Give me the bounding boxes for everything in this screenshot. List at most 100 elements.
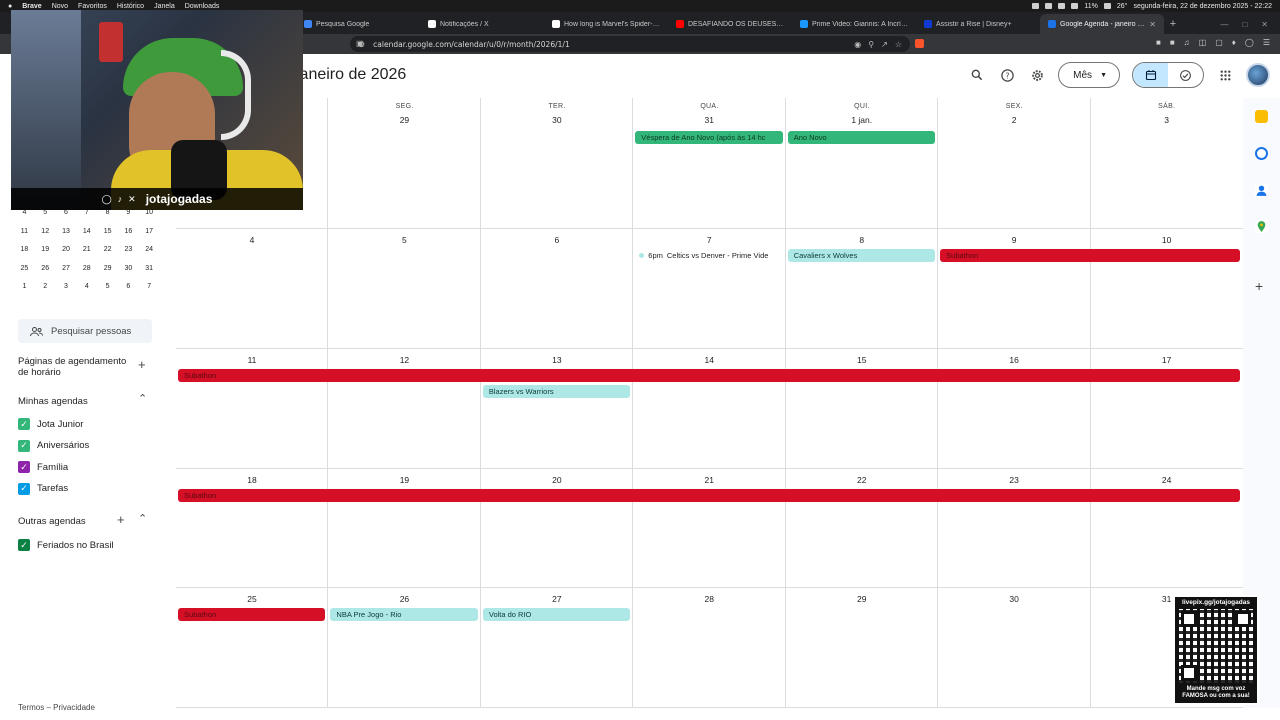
browser-tab[interactable]: Prime Video: Giannis: A Incrível Jorn: [792, 14, 916, 34]
menu-item-favorites[interactable]: Favoritos: [78, 3, 107, 10]
calendar-checkbox[interactable]: ✓: [18, 461, 30, 473]
close-window-icon[interactable]: ✕: [1261, 20, 1268, 29]
calendar-event[interactable]: Cavaliers x Wolves: [787, 249, 936, 262]
day-number[interactable]: 7: [633, 235, 785, 245]
mini-calendar-day[interactable]: 30: [118, 260, 139, 279]
menu-app-name[interactable]: Brave: [22, 3, 41, 10]
mini-calendar-day[interactable]: 25: [14, 260, 35, 279]
day-cell[interactable]: 15: [786, 349, 939, 468]
day-cell[interactable]: 5: [328, 229, 481, 348]
day-cell[interactable]: 13: [481, 349, 634, 468]
day-number[interactable]: 23: [938, 475, 1090, 485]
keep-icon[interactable]: [1255, 110, 1268, 123]
mini-calendar-day[interactable]: 31: [139, 260, 160, 279]
day-number[interactable]: 22: [786, 475, 938, 485]
day-cell[interactable]: 23: [938, 469, 1091, 587]
day-cell[interactable]: 11: [176, 349, 329, 468]
browser-tab[interactable]: DESAFIANDO OS DEUSES! - GOD OF: [668, 14, 792, 34]
calendar-view-icon[interactable]: [1133, 63, 1168, 87]
calendar-list-item[interactable]: ✓ Tarefas: [18, 482, 68, 495]
shield-icon[interactable]: ◯: [1245, 38, 1254, 47]
apple-icon[interactable]: ●: [8, 3, 12, 10]
day-number[interactable]: 25: [176, 594, 328, 604]
add-addon-icon[interactable]: +: [1255, 278, 1263, 294]
day-cell[interactable]: 29: [786, 588, 939, 707]
day-cell[interactable]: 30: [481, 98, 634, 228]
calendar-event[interactable]: Blazers vs Warriors: [482, 385, 631, 398]
day-cell[interactable]: 27: [481, 588, 634, 707]
chevron-up-icon[interactable]: ⌃: [138, 512, 147, 525]
day-cell[interactable]: 21: [633, 469, 786, 587]
mini-calendar-day[interactable]: 3: [56, 278, 77, 297]
day-number[interactable]: 21: [633, 475, 785, 485]
day-cell[interactable]: 19: [328, 469, 481, 587]
new-tab-icon[interactable]: +: [1164, 14, 1182, 34]
booking-pages-title[interactable]: Páginas de agendamento de horário: [18, 356, 136, 378]
extension-icon[interactable]: ■: [1156, 38, 1161, 47]
maximize-icon[interactable]: □: [1242, 20, 1247, 29]
other-calendars-title[interactable]: Outras agendas: [18, 516, 86, 527]
mini-calendar-day[interactable]: 22: [97, 241, 118, 260]
close-tab-icon[interactable]: ✕: [1149, 20, 1156, 29]
battery-icon[interactable]: [1103, 3, 1111, 9]
day-number[interactable]: 2: [938, 115, 1090, 125]
calendar-event[interactable]: 6pm Celtics vs Denver - Prime Vide: [639, 249, 782, 262]
contacts-icon[interactable]: [1255, 184, 1268, 197]
day-cell[interactable]: 24: [1091, 469, 1243, 587]
vpn-icon[interactable]: ♦: [1232, 38, 1236, 47]
search-icon[interactable]: [968, 66, 986, 84]
browser-tab[interactable]: Google Agenda - janeiro de 2026✕: [1040, 14, 1164, 34]
day-number[interactable]: 29: [786, 594, 938, 604]
mini-calendar-day[interactable]: 1: [14, 278, 35, 297]
sidebar-toggle-icon[interactable]: ◫: [1199, 38, 1207, 47]
calendar-list-item[interactable]: ✓ Aniversários: [18, 439, 89, 452]
day-cell[interactable]: 9: [938, 229, 1091, 348]
minimize-icon[interactable]: —: [1220, 20, 1228, 29]
my-calendars-title[interactable]: Minhas agendas: [18, 396, 88, 407]
mini-calendar-day[interactable]: 2: [35, 278, 56, 297]
day-number[interactable]: 29: [328, 115, 480, 125]
day-cell[interactable]: 7: [633, 229, 786, 348]
day-number[interactable]: 20: [481, 475, 633, 485]
day-cell[interactable]: 6: [481, 229, 634, 348]
day-number[interactable]: 3: [1091, 115, 1243, 125]
extension-icon[interactable]: ■: [1170, 38, 1175, 47]
day-number[interactable]: 6: [481, 235, 633, 245]
mini-calendar-day[interactable]: 24: [139, 241, 160, 260]
mini-calendar-day[interactable]: 19: [35, 241, 56, 260]
calendar-event[interactable]: Subathon: [940, 249, 1240, 262]
brave-shields-icon[interactable]: [915, 39, 924, 48]
music-icon[interactable]: ♫: [1184, 38, 1190, 47]
status-icon[interactable]: [1032, 3, 1040, 9]
day-cell[interactable]: 31: [633, 98, 786, 228]
menu-item-downloads[interactable]: Downloads: [185, 3, 220, 10]
wallet-icon[interactable]: ▢: [1215, 38, 1223, 47]
url-field[interactable]: ⚙ calendar.google.com/calendar/u/0/r/mon…: [350, 36, 910, 52]
day-number[interactable]: 9: [938, 235, 1090, 245]
calendar-event[interactable]: Subathon: [178, 369, 1240, 382]
day-number[interactable]: 5: [328, 235, 480, 245]
day-number[interactable]: 14: [633, 355, 785, 365]
calendar-event[interactable]: Subathon: [178, 608, 326, 621]
day-number[interactable]: 15: [786, 355, 938, 365]
day-number[interactable]: 11: [176, 355, 328, 365]
footer-links[interactable]: Termos – Privacidade: [18, 703, 95, 712]
browser-tab[interactable]: Pesquisa Google: [296, 14, 420, 34]
calendar-event[interactable]: Volta do RIO: [482, 608, 631, 621]
settings-gear-icon[interactable]: [1028, 66, 1046, 84]
day-cell[interactable]: 30: [938, 588, 1091, 707]
apps-grid-icon[interactable]: [1216, 66, 1234, 84]
mini-calendar-day[interactable]: 18: [14, 241, 35, 260]
mini-calendar-day[interactable]: 21: [76, 241, 97, 260]
day-number[interactable]: 30: [481, 115, 633, 125]
mini-calendar-day[interactable]: 11: [14, 223, 35, 242]
mini-calendar-day[interactable]: 27: [56, 260, 77, 279]
day-cell[interactable]: 28: [633, 588, 786, 707]
mini-calendar-day[interactable]: 14: [76, 223, 97, 242]
browser-tab[interactable]: Notificações / X: [420, 14, 544, 34]
help-icon[interactable]: ?: [998, 66, 1016, 84]
day-cell[interactable]: 3: [1091, 98, 1243, 228]
calendar-checkbox[interactable]: ✓: [18, 439, 30, 452]
calendar-event[interactable]: Subathon: [178, 489, 1240, 502]
add-calendar-icon[interactable]: +: [117, 512, 125, 527]
